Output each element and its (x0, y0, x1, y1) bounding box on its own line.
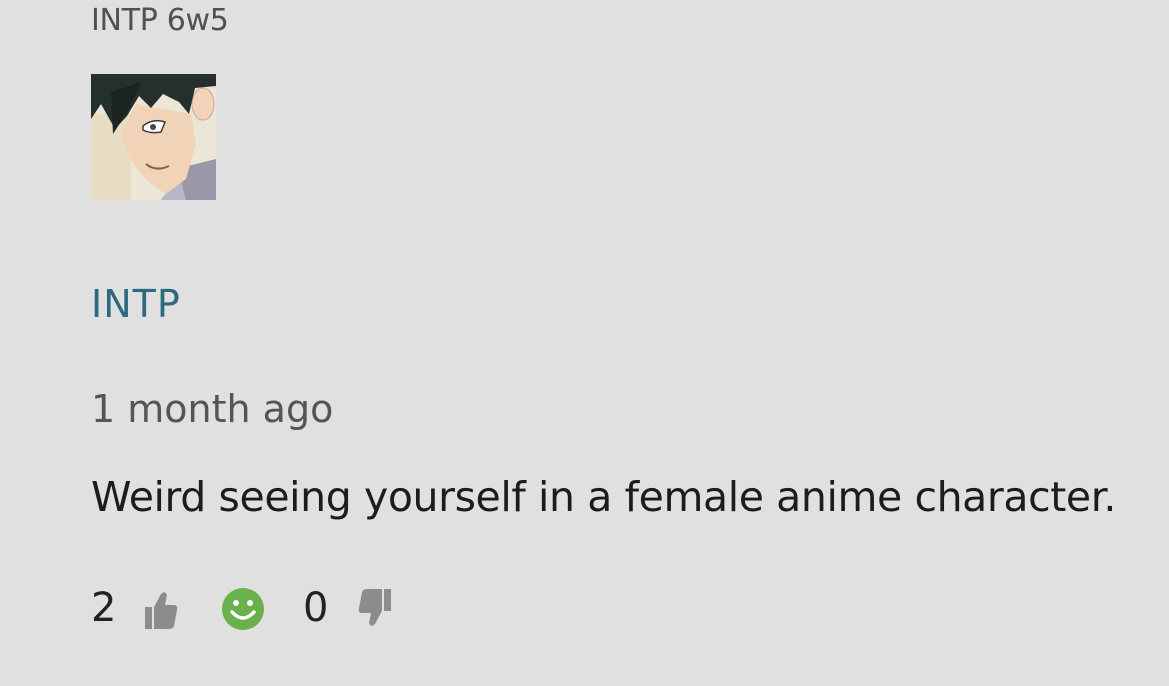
username-link[interactable]: INTP (91, 281, 181, 327)
avatar[interactable] (91, 74, 216, 200)
comment-body: Weird seeing yourself in a female anime … (91, 473, 1117, 521)
reaction-bar: 2 0 (91, 584, 411, 632)
comment-card: INTP 6w5 INTP 1 month ago Weird seeing y… (0, 0, 1169, 686)
like-count: 2 (91, 585, 117, 631)
personality-type-label: INTP 6w5 (91, 3, 229, 38)
comment-timestamp: 1 month ago (91, 387, 334, 431)
smiley-icon[interactable] (221, 587, 265, 631)
avatar-image (91, 74, 216, 200)
dislike-count: 0 (303, 585, 329, 631)
thumbs-down-icon[interactable] (357, 588, 393, 628)
thumbs-up-icon[interactable] (143, 590, 179, 630)
